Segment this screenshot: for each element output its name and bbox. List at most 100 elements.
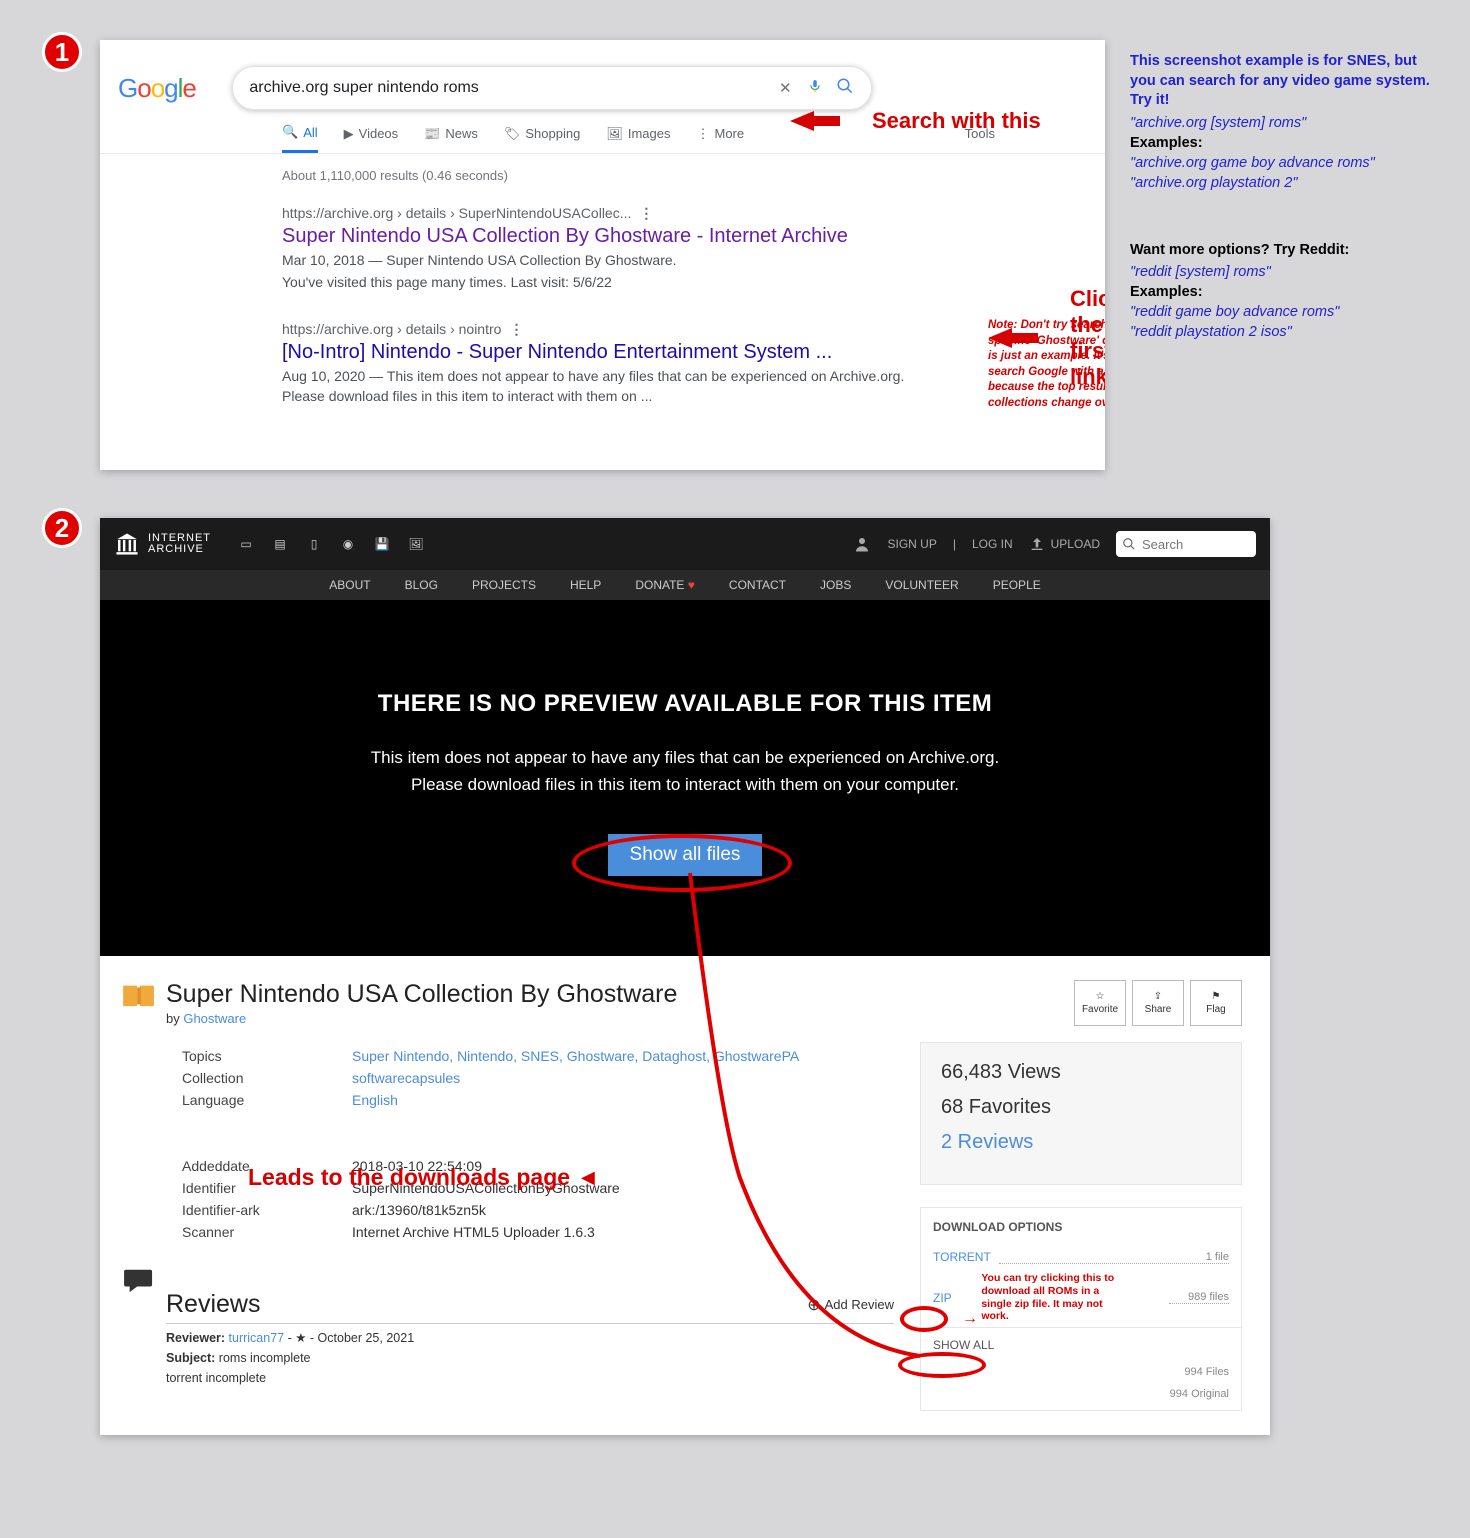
examples-label-2: Examples:	[1130, 284, 1430, 300]
callout-note: Note: Don't try searching for this speci…	[988, 318, 1105, 411]
archive-nav: ABOUT BLOG PROJECTS HELP DONATE ♥ CONTAC…	[100, 570, 1270, 600]
internet-archive-panel: INTERNETARCHIVE ▭ ▤ ▯ ◉ 💾 🖼 SIGN UP | LO…	[100, 518, 1270, 1435]
google-logo: Google	[118, 73, 196, 104]
nav-blog[interactable]: BLOG	[405, 578, 438, 592]
step-badge-2: 2	[42, 508, 82, 548]
download-show-all[interactable]: SHOW ALL	[933, 1338, 994, 1352]
download-torrent[interactable]: TORRENT	[933, 1250, 991, 1264]
result-breadcrumb: https://archive.org › details › SuperNin…	[282, 205, 920, 222]
sidebar-example-1: "archive.org game boy advance roms"	[1130, 155, 1430, 171]
user-icon[interactable]	[853, 535, 871, 553]
item-stats: 66,483 Views 68 Favorites 2 Reviews	[920, 1042, 1242, 1185]
sidebar-example-4: "reddit playstation 2 isos"	[1130, 324, 1430, 340]
add-review-button[interactable]: ⊕Add Review	[807, 1295, 894, 1315]
review-meta: Reviewer: turrican77 - ★ - October 25, 2…	[166, 1330, 894, 1345]
tab-videos[interactable]: ▶ Videos	[344, 124, 399, 153]
result-item-1: https://archive.org › details › SuperNin…	[282, 205, 920, 293]
share-button[interactable]: ⇪Share	[1132, 980, 1184, 1026]
review-subject: Subject: roms incomplete	[166, 1351, 894, 1365]
plus-icon: ⊕	[807, 1295, 820, 1315]
search-input[interactable]	[249, 79, 765, 98]
nav-volunteer[interactable]: VOLUNTEER	[885, 578, 958, 592]
clear-icon[interactable]: ✕	[775, 79, 795, 97]
web-icon[interactable]: ▭	[235, 533, 257, 555]
signup-link[interactable]: SIGN UP	[887, 537, 936, 551]
nav-contact[interactable]: CONTACT	[729, 578, 786, 592]
tab-news[interactable]: 📰 News	[424, 124, 478, 153]
nav-people[interactable]: PEOPLE	[993, 578, 1041, 592]
archive-logo[interactable]: INTERNETARCHIVE	[114, 531, 211, 557]
texts-icon[interactable]: ▤	[269, 533, 291, 555]
image-icon[interactable]: 🖼	[405, 533, 427, 555]
meta-label-identifier-ark: Identifier-ark	[182, 1202, 352, 1218]
result-breadcrumb: https://archive.org › details › nointro⋮	[282, 321, 920, 338]
nav-projects[interactable]: PROJECTS	[472, 578, 536, 592]
result-snippet: Mar 10, 2018 — Super Nintendo USA Collec…	[282, 250, 920, 270]
annotation-oval-zip	[900, 1306, 948, 1332]
item-byline: by Ghostware	[166, 1011, 677, 1026]
sidebar-example-2: "archive.org playstation 2"	[1130, 175, 1430, 191]
mic-icon[interactable]	[805, 77, 825, 99]
item-action-buttons: ☆Favorite ⇪Share ⚑Flag	[920, 980, 1242, 1026]
audio-icon[interactable]: ◉	[337, 533, 359, 555]
search-box[interactable]: ✕	[232, 66, 872, 110]
download-zip[interactable]: ZIP	[933, 1291, 952, 1305]
stat-favorites: 68 Favorites	[941, 1096, 1221, 1119]
meta-collection[interactable]: softwarecapsules	[352, 1070, 460, 1086]
favorite-button[interactable]: ☆Favorite	[1074, 980, 1126, 1026]
zip-note: You can try clicking this to download al…	[981, 1272, 1131, 1322]
result-menu-icon[interactable]: ⋮	[639, 205, 653, 221]
search-icon[interactable]	[835, 77, 855, 99]
result-title-link[interactable]: [No-Intro] Nintendo - Super Nintendo Ent…	[282, 341, 920, 364]
archive-logo-icon	[114, 531, 140, 557]
stat-views: 66,483 Views	[941, 1061, 1221, 1084]
tab-more[interactable]: ⋮ More	[696, 124, 744, 153]
flag-button[interactable]: ⚑Flag	[1190, 980, 1242, 1026]
meta-label-language: Language	[182, 1092, 352, 1108]
result-visit-history: You've visited this page many times. Las…	[282, 272, 920, 292]
nav-about[interactable]: ABOUT	[329, 578, 370, 592]
reviewer-link[interactable]: turrican77	[229, 1331, 285, 1345]
archive-item-details: Super Nintendo USA Collection By Ghostwa…	[100, 956, 1270, 1434]
nav-jobs[interactable]: JOBS	[820, 578, 851, 592]
archive-preview-area: THERE IS NO PREVIEW AVAILABLE FOR THIS I…	[100, 600, 1270, 956]
meta-language[interactable]: English	[352, 1092, 398, 1108]
results-meta: About 1,110,000 results (0.46 seconds)	[282, 168, 920, 183]
archive-header: INTERNETARCHIVE ▭ ▤ ▯ ◉ 💾 🖼 SIGN UP | LO…	[100, 518, 1270, 570]
login-link[interactable]: LOG IN	[972, 537, 1013, 551]
search-results: About 1,110,000 results (0.46 seconds) h…	[100, 154, 920, 406]
result-title-link[interactable]: Super Nintendo USA Collection By Ghostwa…	[282, 225, 920, 248]
archive-search-input[interactable]	[1116, 531, 1256, 557]
google-search-panel: Google ✕ 🔍 All ▶ Videos 📰 News 🏷 Shoppin…	[100, 40, 1105, 470]
media-type-icons: ▭ ▤ ▯ ◉ 💾 🖼	[235, 533, 427, 555]
arrow-left-icon: ◄	[576, 1164, 599, 1190]
annotation-oval-show-files	[572, 834, 792, 892]
video-icon[interactable]: ▯	[303, 533, 325, 555]
tab-shopping[interactable]: 🏷 Shopping	[504, 124, 580, 153]
software-icon[interactable]: 💾	[371, 533, 393, 555]
meta-label-collection: Collection	[182, 1070, 352, 1086]
download-options-heading: DOWNLOAD OPTIONS	[921, 1208, 1241, 1246]
stat-reviews-link[interactable]: 2 Reviews	[941, 1131, 1033, 1153]
torrent-file-count: 1 file	[999, 1251, 1229, 1264]
nav-donate[interactable]: DONATE ♥	[635, 578, 695, 592]
meta-topics[interactable]: Super Nintendo, Nintendo, SNES, Ghostwar…	[352, 1048, 799, 1064]
tab-all[interactable]: 🔍 All	[282, 124, 318, 153]
upload-link[interactable]: UPLOAD	[1029, 536, 1100, 552]
meta-label-scanner: Scanner	[182, 1224, 352, 1240]
sidebar-pattern-1: "archive.org [system] roms"	[1130, 115, 1430, 131]
result-menu-icon[interactable]: ⋮	[509, 321, 523, 337]
sidebar-example-3: "reddit game boy advance roms"	[1130, 304, 1430, 320]
flag-icon: ⚑	[1212, 991, 1221, 1002]
meta-identifier-ark: ark:/13960/t81k5zn5k	[352, 1202, 486, 1218]
nav-help[interactable]: HELP	[570, 578, 601, 592]
no-preview-msg-1: This item does not appear to have any fi…	[180, 744, 1190, 771]
tab-images[interactable]: 🖼 Images	[606, 124, 670, 153]
result-item-2: https://archive.org › details › nointro⋮…	[282, 321, 920, 407]
arrow-right-icon: →	[962, 1310, 978, 1328]
author-link[interactable]: Ghostware	[183, 1011, 246, 1026]
callout-leads-to-downloads: Leads to the downloads page ◄	[248, 1164, 599, 1191]
zip-file-count: 989 files	[1169, 1291, 1229, 1304]
callout-search-with-this: Search with this	[790, 108, 1041, 134]
item-metadata-table: TopicsSuper Nintendo, Nintendo, SNES, Gh…	[182, 1048, 894, 1108]
